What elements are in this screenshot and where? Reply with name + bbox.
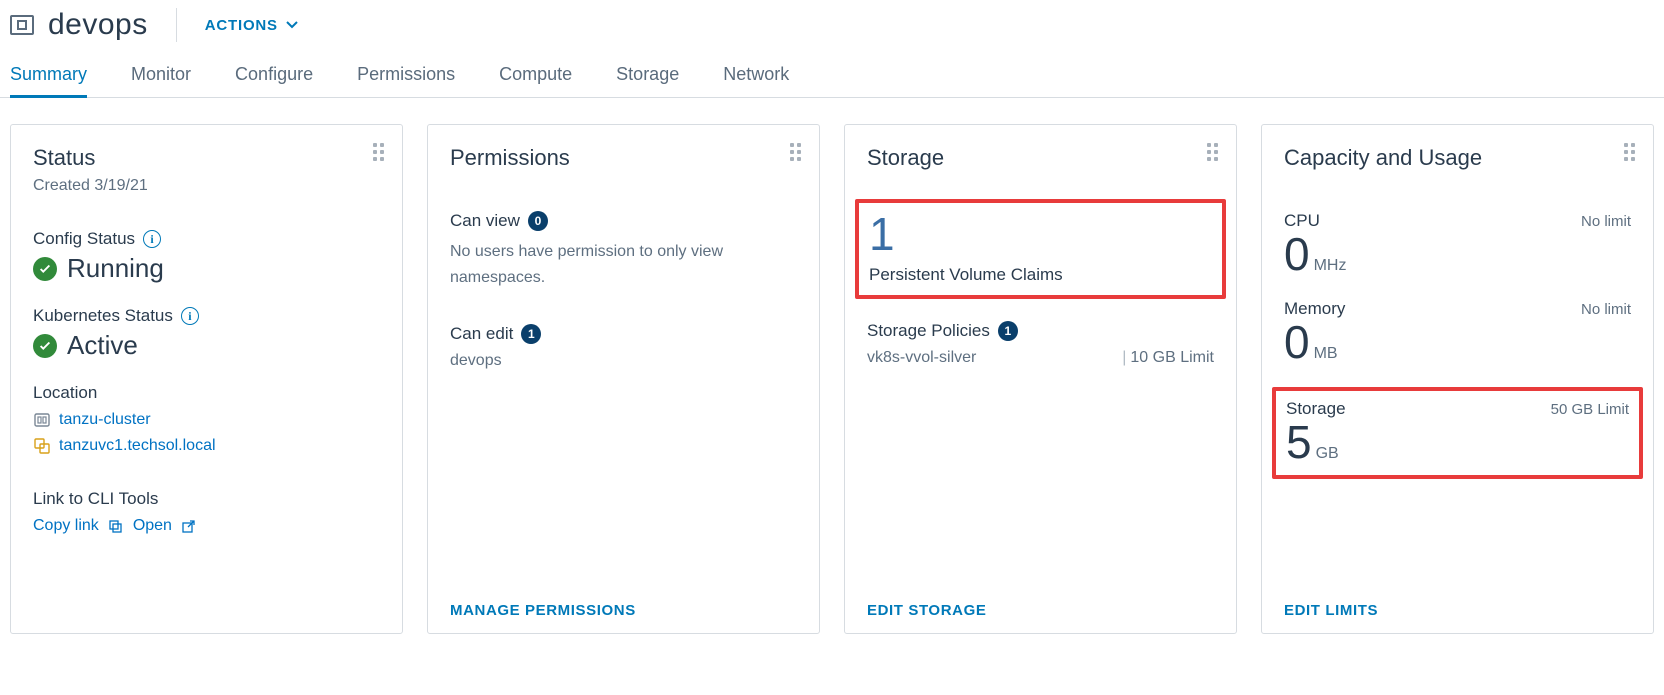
- storage-policies-row: Storage Policies 1: [867, 321, 1214, 341]
- can-view-desc: No users have permission to only view na…: [450, 239, 750, 290]
- info-icon[interactable]: i: [181, 307, 199, 325]
- memory-value: 0: [1284, 316, 1310, 368]
- cli-tools-label: Link to CLI Tools: [33, 489, 380, 509]
- memory-unit: MB: [1310, 345, 1338, 362]
- vcenter-icon: [33, 437, 51, 455]
- check-circle-icon: [33, 257, 57, 281]
- k8s-status-label: Kubernetes Status i: [33, 306, 380, 326]
- page-header: devops ACTIONS: [0, 0, 1664, 42]
- status-created: Created 3/19/21: [33, 177, 380, 195]
- tab-storage[interactable]: Storage: [616, 64, 679, 97]
- location-label: Location: [33, 383, 380, 403]
- drag-handle-icon[interactable]: [1207, 143, 1218, 161]
- open-link[interactable]: Open: [133, 517, 172, 535]
- status-card: Status Created 3/19/21 Config Status i R…: [10, 124, 403, 634]
- title-wrap: devops: [10, 8, 148, 42]
- copy-link[interactable]: Copy link: [33, 517, 99, 535]
- storage-policy-item: vk8s-vvol-silver |10 GB Limit: [867, 349, 1214, 367]
- config-status-row: Running: [33, 253, 380, 284]
- tab-monitor[interactable]: Monitor: [131, 64, 191, 97]
- tab-configure[interactable]: Configure: [235, 64, 313, 97]
- actions-label: ACTIONS: [205, 17, 278, 34]
- can-view-count-badge: 0: [528, 211, 548, 231]
- info-icon[interactable]: i: [143, 230, 161, 248]
- tab-bar: Summary Monitor Configure Permissions Co…: [0, 42, 1664, 98]
- chevron-down-icon: [286, 21, 298, 29]
- cpu-value: 0: [1284, 228, 1310, 280]
- divider: [176, 8, 177, 42]
- permissions-title: Permissions: [450, 145, 797, 171]
- vc-link[interactable]: tanzuvc1.techsol.local: [59, 437, 216, 455]
- cpu-value-row: 0MHz: [1284, 231, 1631, 277]
- storage-usage-unit: GB: [1312, 445, 1339, 462]
- drag-handle-icon[interactable]: [1624, 143, 1635, 161]
- capacity-title: Capacity and Usage: [1284, 145, 1631, 171]
- storage-policies-label: Storage Policies: [867, 321, 990, 341]
- tab-permissions[interactable]: Permissions: [357, 64, 455, 97]
- config-status-value: Running: [67, 253, 164, 284]
- storage-card: Storage 1 Persistent Volume Claims Stora…: [844, 124, 1237, 634]
- edit-storage-button[interactable]: EDIT STORAGE: [867, 584, 1214, 619]
- tab-summary[interactable]: Summary: [10, 64, 87, 98]
- pvc-highlight: 1 Persistent Volume Claims: [855, 199, 1226, 299]
- cluster-icon: [33, 411, 51, 429]
- vc-link-row: tanzuvc1.techsol.local: [33, 437, 380, 455]
- can-edit-user: devops: [450, 352, 797, 370]
- k8s-status-row: Active: [33, 330, 380, 361]
- storage-usage-value-row: 5GB: [1286, 419, 1629, 465]
- tab-network[interactable]: Network: [723, 64, 789, 97]
- memory-value-row: 0MB: [1284, 319, 1631, 365]
- cpu-row: CPU No limit: [1284, 211, 1631, 231]
- storage-usage-row: Storage 50 GB Limit: [1286, 399, 1629, 419]
- pvc-count: 1: [869, 211, 1212, 257]
- storage-usage-value: 5: [1286, 416, 1312, 468]
- storage-usage-highlight: Storage 50 GB Limit 5GB: [1272, 387, 1643, 479]
- storage-policy-name: vk8s-vvol-silver: [867, 349, 976, 367]
- storage-usage-limit: 50 GB Limit: [1551, 401, 1629, 418]
- can-view-row: Can view 0: [450, 211, 797, 231]
- namespace-icon: [10, 15, 34, 35]
- k8s-status-value: Active: [67, 330, 138, 361]
- cluster-link[interactable]: tanzu-cluster: [59, 411, 151, 429]
- capacity-card: Capacity and Usage CPU No limit 0MHz Mem…: [1261, 124, 1654, 634]
- memory-limit: No limit: [1581, 301, 1631, 318]
- cli-links-row: Copy link Open: [33, 517, 380, 535]
- cpu-unit: MHz: [1310, 257, 1347, 274]
- pvc-label: Persistent Volume Claims: [869, 265, 1212, 285]
- drag-handle-icon[interactable]: [790, 143, 801, 161]
- drag-handle-icon[interactable]: [373, 143, 384, 161]
- can-edit-count-badge: 1: [521, 324, 541, 344]
- storage-policy-limit: |10 GB Limit: [1118, 349, 1214, 367]
- external-link-icon[interactable]: [180, 517, 198, 535]
- manage-permissions-button[interactable]: MANAGE PERMISSIONS: [450, 584, 797, 619]
- permissions-card: Permissions Can view 0 No users have per…: [427, 124, 820, 634]
- memory-row: Memory No limit: [1284, 299, 1631, 319]
- can-view-label: Can view: [450, 211, 520, 231]
- storage-policies-count-badge: 1: [998, 321, 1018, 341]
- status-title: Status: [33, 145, 380, 171]
- can-edit-row: Can edit 1: [450, 324, 797, 344]
- card-grid: Status Created 3/19/21 Config Status i R…: [0, 98, 1664, 644]
- cluster-link-row: tanzu-cluster: [33, 411, 380, 429]
- page-title: devops: [48, 8, 148, 42]
- can-edit-label: Can edit: [450, 324, 513, 344]
- copy-icon[interactable]: [107, 517, 125, 535]
- check-circle-icon: [33, 334, 57, 358]
- edit-limits-button[interactable]: EDIT LIMITS: [1284, 584, 1631, 619]
- tab-compute[interactable]: Compute: [499, 64, 572, 97]
- cpu-limit: No limit: [1581, 213, 1631, 230]
- actions-menu[interactable]: ACTIONS: [205, 17, 298, 34]
- config-status-label: Config Status i: [33, 229, 380, 249]
- storage-title: Storage: [867, 145, 1214, 171]
